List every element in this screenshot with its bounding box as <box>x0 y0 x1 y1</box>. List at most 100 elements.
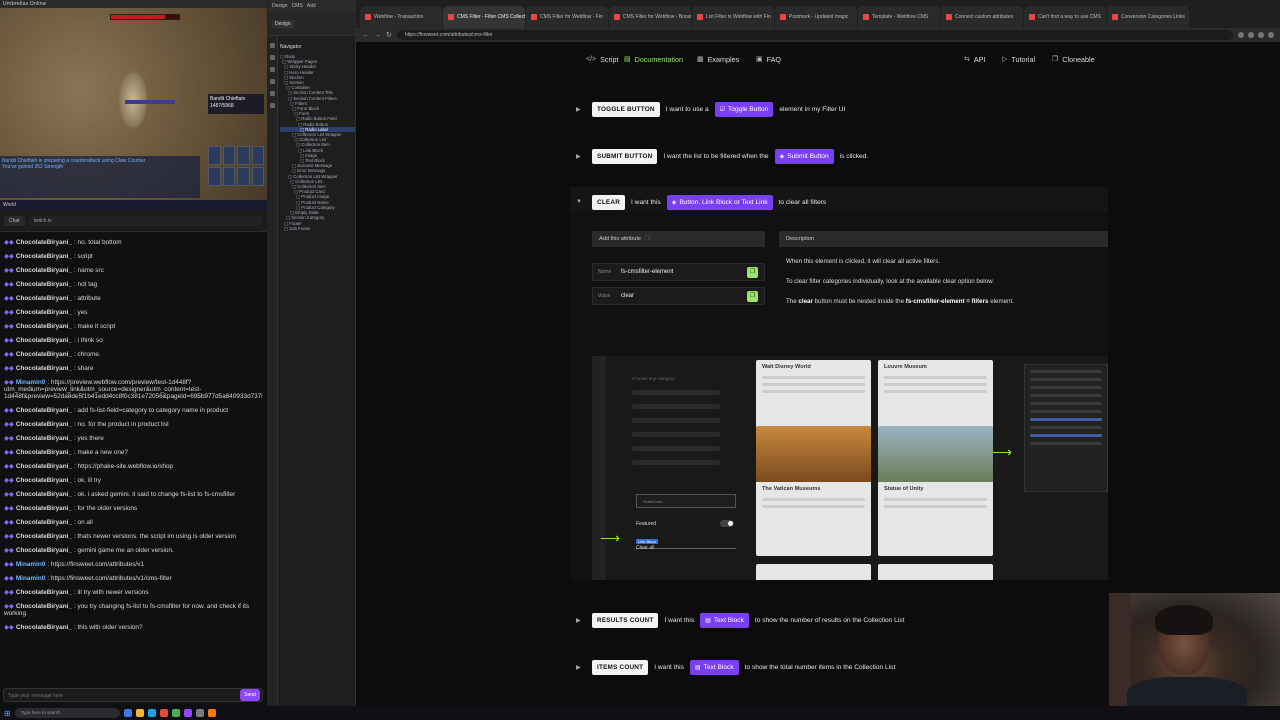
chat-username[interactable]: ChocolateBiryani_ <box>16 449 72 456</box>
designer-tab[interactable]: Add <box>307 3 316 9</box>
chat-username[interactable]: Minamin0 <box>16 575 45 582</box>
chat-username[interactable]: ChocolateBiryani_ <box>16 267 72 274</box>
chat-username[interactable]: ChocolateBiryani_ <box>16 323 72 330</box>
chat-send-button[interactable]: Send <box>240 689 260 701</box>
designer-tab[interactable]: Design <box>272 3 288 9</box>
nav-cloneable[interactable]: ❐ Cloneable <box>1052 50 1095 68</box>
taskbar-app-icon[interactable] <box>159 709 168 717</box>
chat-username[interactable]: ChocolateBiryani_ <box>16 365 72 372</box>
windows-start-icon[interactable]: ⊞ <box>4 709 11 718</box>
navigator-item[interactable]: ▢ Sub Footer <box>280 226 355 231</box>
chat-username[interactable]: ChocolateBiryani_ <box>16 309 72 316</box>
browser-tab[interactable]: Connect custom attributes <box>941 6 1023 28</box>
browser-tab[interactable]: Template - Webflow CMS <box>858 6 940 28</box>
attribute-text: I want this <box>631 198 661 206</box>
reload-icon[interactable]: ↻ <box>386 31 392 39</box>
settings-icon[interactable] <box>270 103 275 108</box>
description-line-2: To clear filter categories individually,… <box>786 278 994 285</box>
chat-username[interactable]: ChocolateBiryani_ <box>16 547 72 554</box>
browser-tab[interactable]: CMS Filter for Webflow - Fin <box>526 6 608 28</box>
back-icon[interactable]: ← <box>362 32 369 39</box>
chat-username[interactable]: ChocolateBiryani_ <box>16 351 72 358</box>
chat-username[interactable]: ChocolateBiryani_ <box>16 253 72 260</box>
skill-slot[interactable] <box>208 167 221 186</box>
attribute-row-results-count[interactable]: ▶ RESULTS COUNT I want this ▤ Text Block … <box>570 605 1108 635</box>
chat-username[interactable]: ChocolateBiryani_ <box>16 624 72 631</box>
chat-username[interactable]: Minamin0 <box>16 561 45 568</box>
chat-username[interactable]: ChocolateBiryani_ <box>16 519 72 526</box>
taskbar-app-icon[interactable] <box>171 709 180 717</box>
chat-username[interactable]: ChocolateBiryani_ <box>16 407 72 414</box>
add-icon[interactable] <box>270 43 275 48</box>
chat-tab[interactable]: Chat <box>4 215 25 226</box>
skill-slot[interactable] <box>222 167 235 186</box>
extension-icon[interactable] <box>1258 32 1264 38</box>
chat-username[interactable]: ChocolateBiryani_ <box>16 281 72 288</box>
chat-username[interactable]: ChocolateBiryani_ <box>16 435 72 442</box>
attribute-row-toggle[interactable]: ▶ TOGGLE BUTTON I want to use a ☑ Toggle … <box>570 94 1108 124</box>
skill-slot[interactable] <box>222 146 235 165</box>
attribute-text: to show the number of results on the Col… <box>754 616 905 624</box>
designer-mode[interactable]: Design <box>272 19 294 28</box>
taskbar-app-icon[interactable] <box>183 709 192 717</box>
pages-icon[interactable] <box>270 55 275 60</box>
chat-username[interactable]: ChocolateBiryani_ <box>16 505 72 512</box>
demo-video[interactable]: Choose any category Select one... Featur… <box>592 356 1108 580</box>
attribute-text: I want to use a <box>665 105 709 113</box>
chat-username[interactable]: ChocolateBiryani_ <box>16 533 72 540</box>
browser-tab[interactable]: CMS Filter - Filter CMS Collection <box>443 6 525 28</box>
taskbar-app-icon[interactable] <box>207 709 216 717</box>
assets-icon[interactable] <box>270 79 275 84</box>
chat-username[interactable]: Minamin0 <box>16 379 45 386</box>
chat-username[interactable]: ChocolateBiryani_ <box>16 337 72 344</box>
skill-slot[interactable] <box>237 167 250 186</box>
chat-username[interactable]: ChocolateBiryani_ <box>16 477 72 484</box>
skill-slot[interactable] <box>237 146 250 165</box>
skill-slot[interactable] <box>208 146 221 165</box>
browser-tab[interactable]: Conversion Categories Links <box>1107 6 1189 28</box>
badge-icon: ◆◆ <box>4 589 14 596</box>
browser-tab[interactable]: CMS Filter for Webflow - Boost <box>609 6 691 28</box>
taskbar-app-icon[interactable] <box>135 709 144 717</box>
copy-icon[interactable]: ❐ <box>747 290 758 302</box>
nav-tutorial[interactable]: ▷ Tutorial <box>1002 50 1035 68</box>
nav-api[interactable]: ⇆ API <box>964 50 985 68</box>
chat-message: ◆◆ ChocolateBiryani_: thats newer version… <box>4 533 258 540</box>
skill-slot[interactable] <box>251 167 264 186</box>
browser-tab[interactable]: Can't find a way to use CMS <box>1024 6 1106 28</box>
designer-tab[interactable]: CMS <box>292 3 303 9</box>
navigator-icon[interactable] <box>270 67 275 72</box>
chat-input[interactable]: Type your message here <box>3 688 263 702</box>
nav-examples[interactable]: ▦ Examples <box>697 50 739 68</box>
chat-username[interactable]: ChocolateBiryani_ <box>16 239 72 246</box>
chat-url[interactable]: twitch.tv <box>28 215 263 226</box>
nav-faq[interactable]: ▣ FAQ <box>756 50 781 68</box>
extension-icon[interactable] <box>1238 32 1244 38</box>
chat-username[interactable]: ChocolateBiryani_ <box>16 603 72 610</box>
taskbar-app-icon[interactable] <box>147 709 156 717</box>
chat-username[interactable]: ChocolateBiryani_ <box>16 589 72 596</box>
copy-icon[interactable]: ❐ <box>747 266 758 278</box>
skill-slot[interactable] <box>251 146 264 165</box>
cms-icon[interactable] <box>270 91 275 96</box>
profile-icon[interactable] <box>1268 32 1274 38</box>
chat-username[interactable]: ChocolateBiryani_ <box>16 491 72 498</box>
browser-tab[interactable]: List Filter in Webflow with Fin <box>692 6 774 28</box>
nav-documentation[interactable]: ▤ Documentation <box>624 50 683 68</box>
attribute-row-items-count[interactable]: ▶ ITEMS COUNT I want this ▤ Text Block to… <box>570 652 1108 682</box>
nav-script[interactable]: </> Script <box>586 50 619 68</box>
browser-tab-label: CMS Filter for Webflow - Boost <box>623 14 691 20</box>
taskbar-app-icon[interactable] <box>123 709 132 717</box>
taskbar-app-icon[interactable] <box>195 709 204 717</box>
extension-icon[interactable] <box>1248 32 1254 38</box>
url-field[interactable]: https://finsweet.com/attributes/cms-filt… <box>396 30 1233 40</box>
chat-username[interactable]: ChocolateBiryani_ <box>16 295 72 302</box>
browser-tab[interactable]: Webflow - Transaction <box>360 6 442 28</box>
nav-faq-label: FAQ <box>766 54 782 64</box>
browser-tab[interactable]: Postmark - Updated magic <box>775 6 857 28</box>
chat-username[interactable]: ChocolateBiryani_ <box>16 421 72 428</box>
chat-username[interactable]: ChocolateBiryani_ <box>16 463 72 470</box>
forward-icon[interactable]: → <box>374 32 381 39</box>
taskbar-search[interactable]: Type here to search <box>14 708 120 718</box>
attribute-row-submit[interactable]: ▶ SUBMIT BUTTON I want the list to be fi… <box>570 141 1108 171</box>
